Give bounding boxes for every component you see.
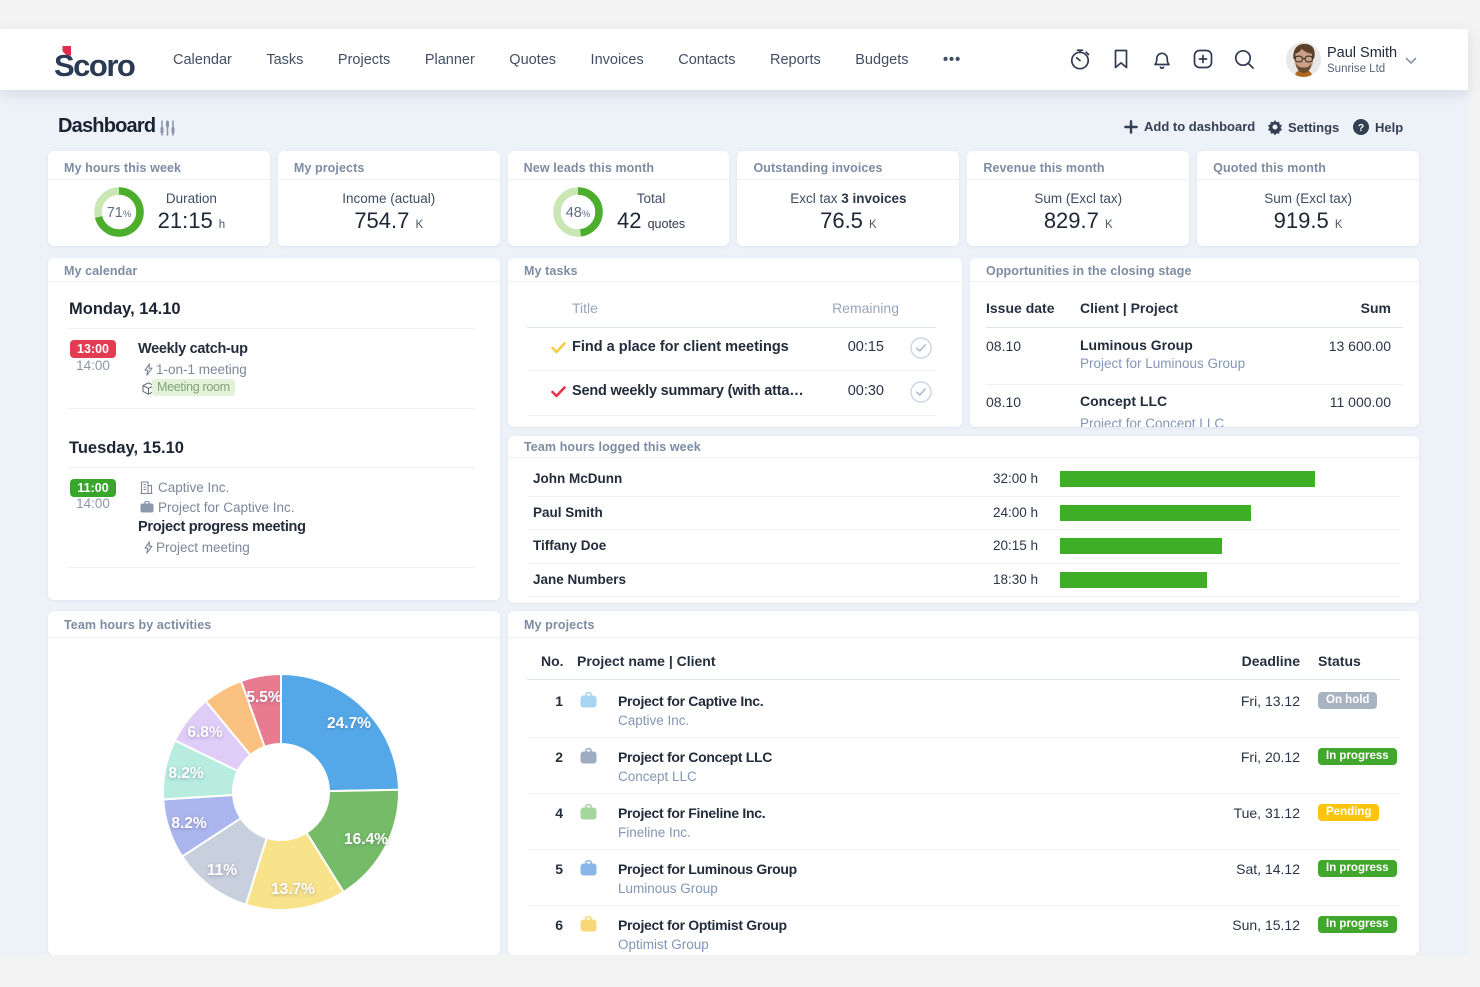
svg-text:48%: 48% [566,205,591,221]
svg-text:Scoro: Scoro [54,48,135,83]
svg-text:11%: 11% [207,862,237,879]
svg-text:?: ? [1358,123,1364,134]
svg-text:24.7%: 24.7% [327,715,371,732]
svg-text:13.7%: 13.7% [271,881,315,898]
svg-text:71%: 71% [106,205,131,221]
svg-text:8.2%: 8.2% [171,815,207,832]
svg-text:8.2%: 8.2% [168,765,204,782]
svg-text:5.5%: 5.5% [246,689,282,706]
svg-text:16.4%: 16.4% [344,831,388,848]
svg-text:6.8%: 6.8% [187,724,223,741]
